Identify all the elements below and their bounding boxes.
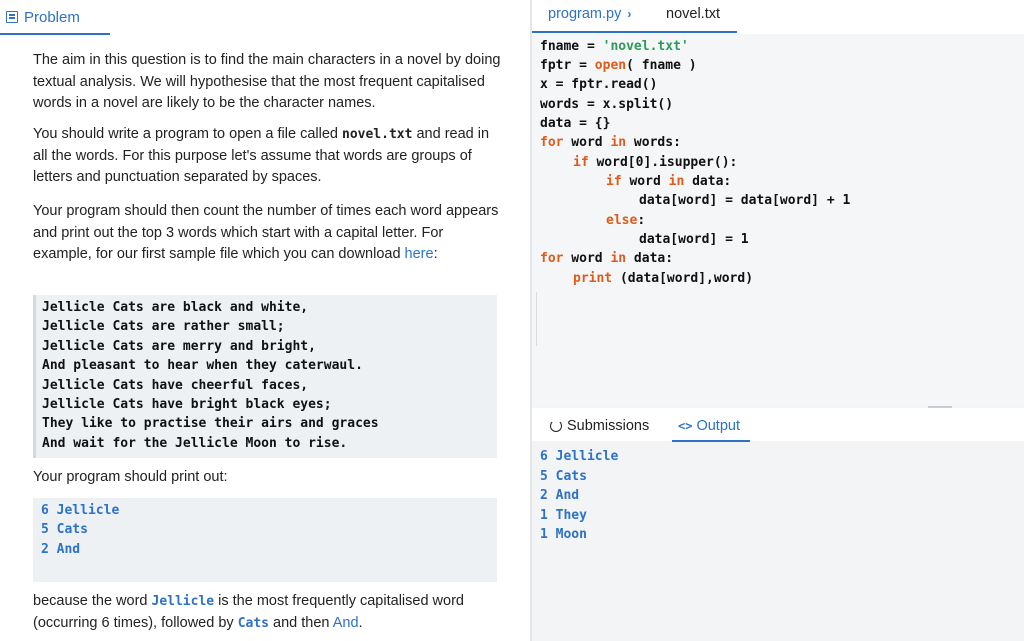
output-console: 6 Jellicle 5 Cats 2 And 1 They 1 Moon — [540, 447, 618, 545]
tab-program-label: program.py — [548, 6, 622, 22]
code-token: data: — [684, 174, 732, 189]
editor-cursor-line — [536, 292, 537, 346]
tab-novel-txt[interactable]: novel.txt — [666, 6, 720, 22]
code-line-11: data[word] = 1 — [639, 232, 749, 247]
problem-paragraph-1: The aim in this question is to find the … — [33, 52, 501, 111]
sample-line: Jellicle Cats are merry and bright, — [42, 338, 316, 354]
expected-output-block: 6 Jellicle 5 Cats 2 And — [33, 498, 497, 582]
expected-output-line: 5 Cats — [41, 522, 88, 538]
code-brackets-icon: <> — [678, 419, 693, 433]
code-token: words: — [626, 135, 681, 150]
sample-line: They like to practise their airs and gra… — [42, 416, 379, 432]
code-keyword: print — [573, 271, 613, 286]
tab-submissions-label: Submissions — [567, 418, 650, 434]
p4-code-cats: Cats — [237, 615, 269, 631]
output-line: 5 Cats — [540, 468, 587, 484]
editor-tab-bar: program.py › novel.txt — [532, 0, 1024, 34]
code-line-3: x = fptr.read() — [540, 77, 658, 92]
code-keyword: for — [540, 251, 564, 266]
code-line-6: for word in words: — [540, 133, 681, 152]
code-line-8: if word in data: — [606, 172, 731, 191]
editor-panel: program.py › novel.txt fname = 'novel.txt… — [532, 0, 1024, 641]
code-keyword: in — [610, 251, 627, 266]
sample-line: Jellicle Cats have cheerful faces, — [42, 377, 309, 393]
code-token: fname = — [540, 39, 603, 54]
tab-submissions[interactable]: Submissions — [550, 418, 649, 434]
tab-problem-underline — [0, 33, 110, 35]
p4-text-d: . — [358, 614, 363, 631]
output-line: 2 And — [540, 488, 580, 504]
code-editor[interactable]: fname = 'novel.txt' fptr = open( fname )… — [532, 34, 1024, 407]
code-line-12: for word in data: — [540, 249, 673, 268]
tab-problem-label: Problem — [24, 8, 80, 26]
p4-text-c: and then — [269, 614, 333, 631]
code-line-4: words = x.split() — [540, 97, 674, 112]
code-line-7: if word[0].isupper(): — [573, 153, 737, 172]
output-line: 6 Jellicle — [540, 449, 619, 464]
tab-output-label: Output — [696, 418, 740, 434]
tab-output-underline — [672, 440, 750, 442]
expected-output-line: 2 And — [41, 541, 81, 557]
p4-word-and: And — [332, 614, 359, 631]
code-token: data: — [626, 251, 674, 266]
tab-program-underline — [532, 31, 737, 33]
code-line-2: fptr = open( fname ) — [540, 56, 697, 75]
sample-line: And wait for the Jellicle Moon to rise. — [42, 435, 348, 451]
output-line: 1 Moon — [540, 527, 587, 543]
code-line-10: else: — [606, 211, 645, 230]
code-line-13: print (data[word],word) — [573, 269, 753, 288]
code-keyword: if — [573, 155, 589, 170]
code-line-5: data = {} — [540, 116, 611, 131]
code-keyword: if — [606, 174, 622, 189]
document-icon — [6, 11, 18, 23]
code-token: word — [563, 135, 611, 150]
code-keyword: in — [668, 174, 685, 189]
sample-line: Jellicle Cats are black and white, — [42, 300, 309, 315]
code-token: word[0].isupper(): — [588, 155, 738, 170]
p4-text-a: because the word — [33, 593, 152, 609]
tab-problem[interactable]: Problem — [6, 4, 80, 30]
tab-output[interactable]: <> Output — [678, 418, 740, 434]
print-intro-text: Your program should print out: — [33, 469, 228, 485]
download-link[interactable]: here — [405, 246, 434, 262]
history-icon — [550, 420, 562, 432]
sample-text-block: Jellicle Cats are black and white, Jelli… — [33, 295, 497, 458]
code-keyword: else — [606, 213, 638, 228]
expected-output-line: 6 Jellicle — [41, 503, 120, 518]
p2-text-a: You should write a program to open a fil… — [33, 126, 342, 142]
code-keyword: for — [540, 135, 564, 150]
code-token: : — [637, 213, 646, 228]
code-keyword: open — [594, 58, 627, 73]
tab-novel-label: novel.txt — [666, 6, 720, 22]
code-line-1: fname = 'novel.txt' — [540, 37, 689, 56]
code-line-9: data[word] = data[word] + 1 — [639, 193, 851, 208]
code-token: word — [563, 251, 611, 266]
p2-filename-code: novel.txt — [342, 127, 413, 142]
problem-paragraph-2: You should write a program to open a fil… — [33, 124, 503, 189]
code-token: ( fname ) — [626, 58, 697, 73]
sample-line: Jellicle Cats are rather small; — [42, 319, 285, 335]
problem-paragraph-4: because the word Jellicle is the most fr… — [33, 591, 503, 634]
lower-tab-bar: Submissions <> Output — [532, 408, 1024, 442]
sample-line: And pleasant to hear when they caterwaul… — [42, 358, 363, 374]
code-token: word — [621, 174, 669, 189]
code-string: 'novel.txt' — [602, 39, 689, 54]
tab-program-py[interactable]: program.py › — [548, 6, 631, 22]
problem-panel: Problem The aim in this question is to f… — [0, 0, 530, 641]
code-keyword: in — [610, 135, 627, 150]
output-line: 1 They — [540, 507, 587, 523]
sample-line: Jellicle Cats have bright black eyes; — [42, 397, 332, 413]
problem-paragraph-3: Your program should then count the numbe… — [33, 201, 503, 266]
code-token: (data[word],word) — [612, 271, 754, 286]
code-token: fptr = — [540, 58, 595, 73]
chevron-right-icon: › — [627, 7, 632, 21]
p3-text-b: : — [433, 246, 438, 262]
p4-code-jellicle: Jellicle — [151, 594, 215, 609]
